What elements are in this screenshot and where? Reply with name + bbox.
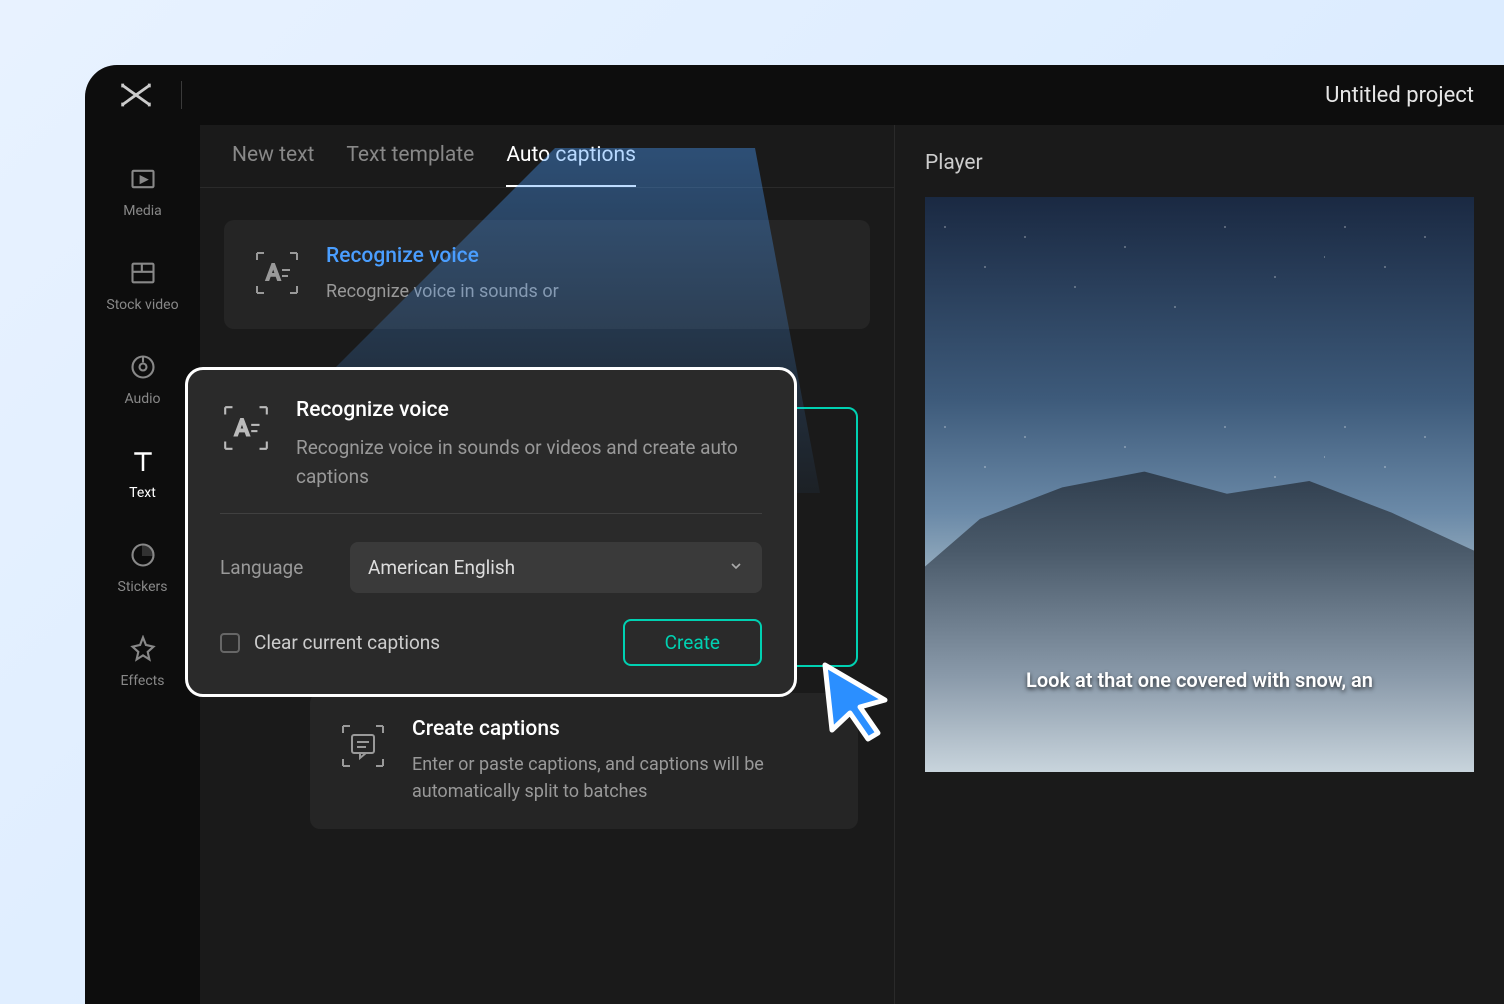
checkbox[interactable] bbox=[220, 633, 240, 653]
card-desc: Recognize voice in sounds or bbox=[326, 278, 842, 305]
caption-overlay: Look at that one covered with snow, an bbox=[925, 668, 1474, 692]
project-title: Untitled project bbox=[1325, 83, 1474, 108]
effects-icon bbox=[127, 633, 159, 665]
recognize-voice-card[interactable]: A Recognize voice Recognize voice in sou… bbox=[224, 220, 870, 329]
tab-new-text[interactable]: New text bbox=[232, 143, 314, 187]
audio-icon bbox=[127, 351, 159, 383]
sidebar-label: Stock video bbox=[106, 297, 178, 313]
card-title: Create captions bbox=[412, 717, 830, 741]
sidebar-item-text[interactable]: Text bbox=[85, 445, 200, 501]
language-dropdown[interactable]: American English bbox=[350, 542, 762, 593]
sidebar-item-audio[interactable]: Audio bbox=[85, 351, 200, 407]
tab-auto-captions[interactable]: Auto captions bbox=[506, 143, 636, 187]
sidebar: Media Stock video Audio Text bbox=[85, 125, 200, 1004]
chevron-down-icon bbox=[728, 558, 744, 578]
preview-mountain bbox=[925, 456, 1474, 772]
popup-title: Recognize voice bbox=[296, 398, 762, 422]
svg-text:A: A bbox=[235, 414, 250, 441]
sidebar-label: Text bbox=[129, 485, 156, 501]
create-button[interactable]: Create bbox=[623, 619, 762, 666]
app-window: Untitled project Media Stock video Audio bbox=[85, 65, 1504, 1004]
caption-icon: A bbox=[220, 402, 272, 454]
sidebar-label: Effects bbox=[121, 673, 165, 689]
checkbox-label: Clear current captions bbox=[254, 631, 440, 654]
tab-text-template[interactable]: Text template bbox=[346, 143, 474, 187]
right-panel: Player Look at that one covered with sno… bbox=[895, 125, 1504, 1004]
recognize-voice-popup: A Recognize voice Recognize voice in sou… bbox=[185, 367, 797, 697]
tabs: New text Text template Auto captions bbox=[200, 125, 894, 188]
card-title: Recognize voice bbox=[326, 244, 842, 268]
clear-captions-checkbox-row[interactable]: Clear current captions bbox=[220, 631, 440, 654]
sidebar-item-stock-video[interactable]: Stock video bbox=[85, 257, 200, 313]
title-divider bbox=[181, 81, 182, 109]
sidebar-item-stickers[interactable]: Stickers bbox=[85, 539, 200, 595]
text-icon bbox=[127, 445, 159, 477]
card-desc: Enter or paste captions, and captions wi… bbox=[412, 751, 830, 805]
title-bar: Untitled project bbox=[85, 65, 1504, 125]
dropdown-value: American English bbox=[368, 556, 515, 579]
preview-stars bbox=[925, 197, 1474, 485]
panel-body: A Recognize voice Recognize voice in sou… bbox=[200, 188, 894, 377]
popup-desc: Recognize voice in sounds or videos and … bbox=[296, 434, 762, 491]
create-captions-card[interactable]: Create captions Enter or paste captions,… bbox=[310, 693, 858, 829]
create-captions-icon bbox=[338, 721, 388, 771]
caption-icon: A bbox=[252, 248, 302, 298]
app-logo-icon[interactable] bbox=[115, 74, 157, 116]
stickers-icon bbox=[127, 539, 159, 571]
sidebar-label: Audio bbox=[124, 391, 160, 407]
svg-text:A: A bbox=[266, 261, 281, 286]
sidebar-label: Stickers bbox=[118, 579, 168, 595]
video-preview[interactable]: Look at that one covered with snow, an bbox=[925, 197, 1474, 772]
language-label: Language bbox=[220, 556, 320, 579]
player-label: Player bbox=[925, 151, 1474, 175]
media-icon bbox=[127, 163, 159, 195]
stock-video-icon bbox=[127, 257, 159, 289]
sidebar-label: Media bbox=[123, 203, 162, 219]
sidebar-item-media[interactable]: Media bbox=[85, 163, 200, 219]
sidebar-item-effects[interactable]: Effects bbox=[85, 633, 200, 689]
cursor-pointer-icon bbox=[810, 655, 900, 745]
